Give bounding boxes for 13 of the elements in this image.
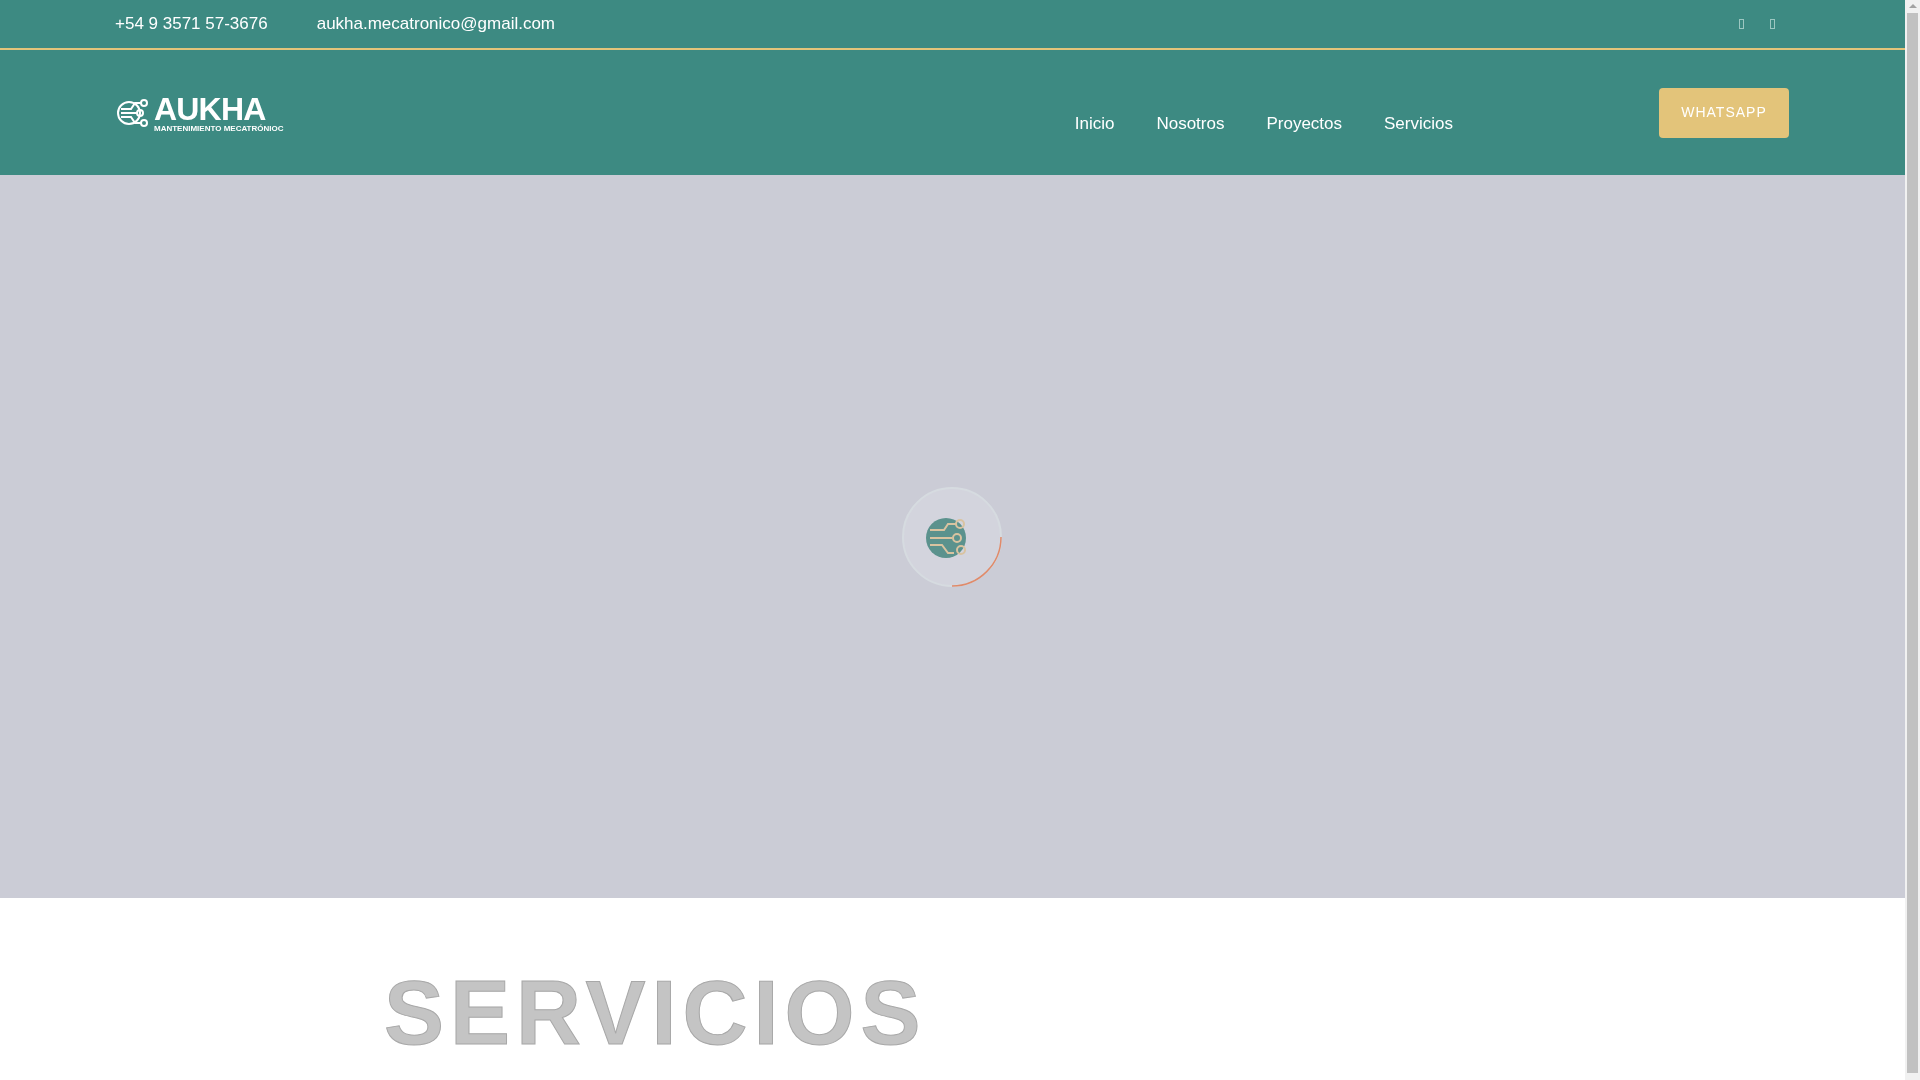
phone-number: +54 9 3571 57-3676: [115, 13, 268, 36]
nav-link[interactable]: Proyectos: [1266, 110, 1343, 137]
logo-wordmark: AUKHA: [154, 92, 266, 125]
logo-tagline: MANTENIMIENTO MECATRÓNIOC: [154, 124, 284, 133]
nav-link[interactable]: Servicios: [1384, 110, 1453, 137]
social-icon[interactable]: [1770, 19, 1775, 29]
social-icon[interactable]: [1739, 19, 1744, 29]
scrollbar[interactable]: [1905, 0, 1920, 1080]
nav-link[interactable]: Inicio: [1074, 110, 1115, 137]
section-heading: SERVICIOS: [384, 968, 927, 1058]
logo[interactable]: AUKHA MANTENIMIENTO MECATRÓNIOC: [115, 92, 284, 133]
email-link[interactable]: aukha.mecatronico@gmail.com: [316, 11, 556, 37]
nav-link[interactable]: Nosotros: [1156, 110, 1225, 137]
